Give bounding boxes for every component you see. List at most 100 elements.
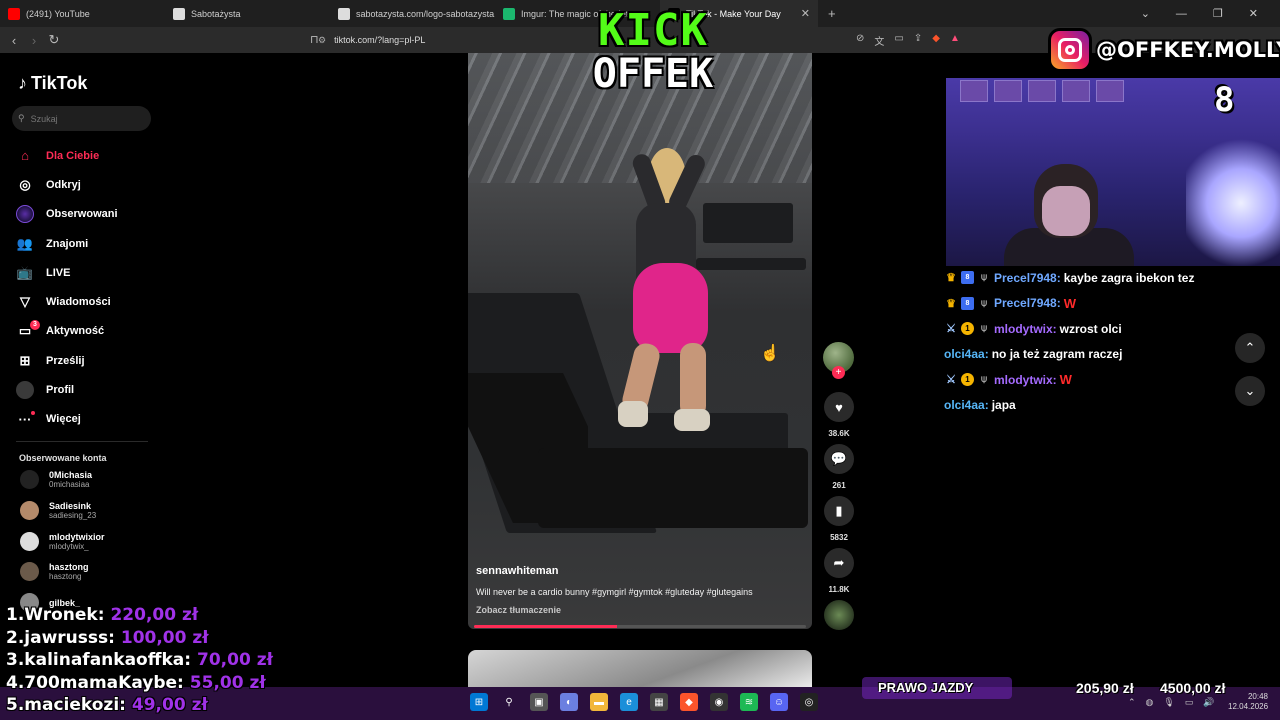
account-text: mlodytwixior mlodytwix_ [49, 532, 105, 551]
wall-poster [1062, 80, 1090, 102]
reload-button[interactable]: ↻ [44, 32, 64, 48]
sidebar-item[interactable]: 📺 LIVE [16, 258, 118, 287]
minimize-button[interactable]: — [1176, 8, 1187, 20]
donor-name: 2.jawrusss: [6, 627, 115, 648]
see-translation-link[interactable]: Zobacz tłumaczenie [476, 605, 561, 615]
sidebar-item-label: Wiadomości [46, 296, 111, 309]
bookmark-icon[interactable]: ⊓ [310, 33, 319, 46]
scroll-down-button[interactable]: ⌄ [1235, 376, 1265, 406]
chat-username[interactable]: Precel7948: [994, 296, 1061, 310]
brave-rewards-icon[interactable]: ▲ [950, 33, 960, 48]
subscriber-badge-icon: 8 [961, 271, 974, 285]
user-badge-icon: ⍦ [981, 272, 987, 284]
tab-list-icon[interactable]: ⌄ [1141, 7, 1150, 20]
sidebar-item[interactable]: Profil [16, 375, 118, 404]
chat-username[interactable]: Precel7948: [994, 271, 1061, 285]
network-icon[interactable]: ◍ [1146, 697, 1154, 708]
ring-light [1186, 138, 1280, 266]
sidebar-item[interactable]: ◎ Odkryj [16, 170, 118, 199]
forward-button[interactable]: › [24, 33, 44, 48]
chat-text: wzrost olci [1059, 321, 1122, 336]
display-icon[interactable]: ▭ [1185, 697, 1194, 708]
user-badge-icon: ⍦ [981, 297, 987, 309]
sidebar-divider [16, 441, 148, 442]
app-icon[interactable]: ◉ [710, 693, 728, 711]
sidebar-item[interactable]: Obserwowani [16, 200, 118, 229]
obs-icon[interactable]: ◎ [800, 693, 818, 711]
maximize-button[interactable]: ❐ [1213, 7, 1223, 20]
tab-title: sabotazysta.com/logo-sabotazysta.s [356, 8, 495, 19]
tray-chevron-icon[interactable]: ⌃ [1128, 697, 1136, 708]
comment-action[interactable]: 💬 261 [823, 444, 855, 490]
edge-icon[interactable]: e [620, 693, 638, 711]
followed-account[interactable]: hasztong hasztong [20, 562, 89, 582]
search-input[interactable] [30, 113, 141, 124]
user-badge-icon: ⍦ [981, 323, 987, 335]
bookmark-icon[interactable]: ▮ [824, 496, 854, 526]
file-explorer-icon[interactable]: ▬ [590, 693, 608, 711]
sidebar-item[interactable]: ⊞ Prześlij [16, 346, 118, 375]
sidebar-item[interactable]: ⌂ Dla Ciebie [16, 141, 118, 170]
tab-close-icon[interactable]: ✕ [801, 7, 810, 20]
like-action[interactable]: ♥ 38.6K [823, 392, 855, 438]
sidebar-item[interactable]: ▭ Aktywność 3 [16, 317, 118, 346]
chat-username[interactable]: mlodytwix: [994, 373, 1057, 387]
followed-account[interactable]: mlodytwixior mlodytwix_ [20, 531, 105, 551]
new-tab-button[interactable]: + [828, 6, 836, 21]
store-icon[interactable]: ▦ [650, 693, 668, 711]
streamer-face [1042, 186, 1090, 236]
site-info-icon[interactable]: ⚙ [318, 35, 326, 46]
brave-icon[interactable]: ◆ [680, 693, 698, 711]
chat-username[interactable]: olci4aa: [944, 347, 989, 361]
tiktok-logo[interactable]: ♪ TikTok [18, 73, 87, 94]
brave-shield-icon[interactable]: ◆ [932, 33, 940, 48]
leaderboard-row: 4.700mamaKaybe: 55,00 zł [6, 672, 273, 695]
browser-tab[interactable]: (2491) YouTube [0, 0, 165, 27]
sidebar-item[interactable]: ▽ Wiadomości [16, 287, 118, 316]
close-window-button[interactable]: ✕ [1249, 7, 1258, 20]
start-menu-icon[interactable]: ⊞ [470, 693, 488, 711]
sidebar-item[interactable]: ··· Więcej [16, 405, 118, 434]
no-cast-icon[interactable]: ⊘ [856, 33, 864, 48]
heart-icon[interactable]: ♥ [824, 392, 854, 422]
tiktok-brand-text: TikTok [31, 73, 88, 93]
video-author[interactable]: sennawhiteman [476, 565, 559, 577]
share-action[interactable]: ➦ 11.8K [823, 548, 855, 594]
back-button[interactable]: ‹ [4, 33, 24, 48]
follow-plus-icon[interactable]: + [832, 366, 845, 379]
screen-icon[interactable]: ▭ [894, 33, 903, 48]
system-clock[interactable]: 20:48 12.04.2026 [1228, 692, 1268, 712]
sidebar-item[interactable]: 👥 Znajomi [16, 229, 118, 258]
chat-text: japa [991, 398, 1016, 413]
wall-poster [1096, 80, 1124, 102]
save-action[interactable]: ▮ 5832 [823, 496, 855, 542]
browser-tab[interactable]: Sabotażysta [165, 0, 330, 27]
discord-icon[interactable]: ☺ [770, 693, 788, 711]
copilot-icon[interactable]: ◐ [560, 693, 578, 711]
video-progress-bar[interactable] [474, 625, 806, 628]
comment-icon[interactable]: 💬 [824, 444, 854, 474]
browser-tab[interactable]: sabotazysta.com/logo-sabotazysta.s [330, 0, 495, 27]
chat-username[interactable]: olci4aa: [944, 398, 989, 412]
spotify-icon[interactable]: ≋ [740, 693, 758, 711]
translate-icon[interactable]: 文 [874, 33, 884, 48]
mic-icon[interactable]: 🎙 [1163, 697, 1174, 708]
followed-account[interactable]: Sadiesink sadiesing_23 [20, 500, 96, 520]
video-player[interactable]: sennawhiteman Will never be a cardio bun… [468, 53, 812, 629]
instagram-handle: @OFFKEY.MOLLY [1096, 38, 1280, 62]
share-icon[interactable]: ⇪ [914, 33, 922, 48]
video-progress-fill [474, 625, 617, 628]
chat-message: olci4aa: no ja też zagram raczej [944, 342, 1244, 368]
tiktok-note-icon: ♪ [18, 73, 27, 93]
search-icon[interactable]: ⚲ [500, 693, 518, 711]
sidebar-item-label: Profil [46, 384, 75, 397]
search-box[interactable]: ⚲ [12, 106, 151, 131]
task-view-icon[interactable]: ▣ [530, 693, 548, 711]
next-video-preview[interactable] [468, 650, 812, 690]
followed-account[interactable]: 0Michasia 0michasiaa [20, 470, 92, 489]
chat-username[interactable]: mlodytwix: [994, 322, 1057, 336]
share-arrow-icon[interactable]: ➦ [824, 548, 854, 578]
speaker-icon[interactable]: 🔊 [1203, 697, 1214, 708]
music-disc-icon[interactable] [824, 600, 854, 630]
scroll-up-button[interactable]: ⌃ [1235, 333, 1265, 363]
